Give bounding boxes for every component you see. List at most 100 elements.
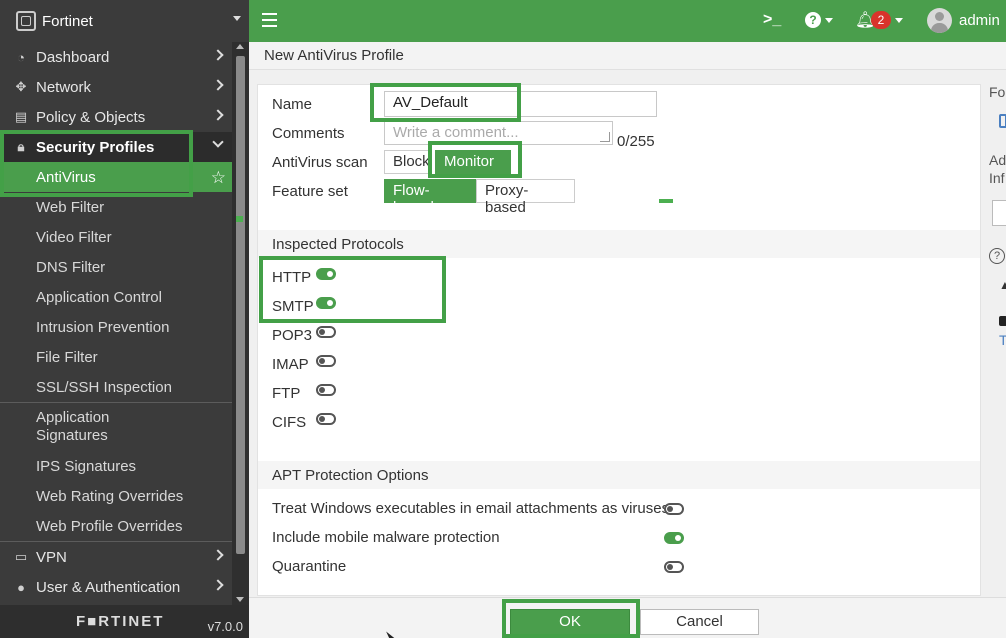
protocol-imap-toggle[interactable] <box>316 355 336 367</box>
sidebar-item-video-filter[interactable]: Video Filter <box>0 222 232 252</box>
protocol-imap-label: IMAP <box>272 356 309 373</box>
protocol-pop3-toggle[interactable] <box>316 326 336 338</box>
hamburger-menu-icon[interactable] <box>262 13 277 27</box>
sidebar-item-label: Web Rating Overrides <box>36 487 184 505</box>
sidebar-item-label: Intrusion Prevention <box>36 318 170 336</box>
sidebar-item-antivirus[interactable]: AntiVirus ☆ <box>0 162 232 192</box>
apt-protection-header: APT Protection Options <box>258 461 980 489</box>
protocol-smtp-label: SMTP <box>272 298 314 315</box>
fortigate-device-icon <box>16 11 36 31</box>
right-panel-button[interactable] <box>992 200 1006 226</box>
brand-header[interactable]: Fortinet <box>0 0 249 42</box>
network-icon: ✥ <box>15 79 27 94</box>
app-title: Fortinet <box>42 12 93 30</box>
chevron-right-icon <box>212 79 224 91</box>
sidebar-scrollbar[interactable] <box>232 42 249 605</box>
apt-quarantine-toggle[interactable] <box>664 561 684 573</box>
comments-label: Comments <box>272 125 345 142</box>
help-icon[interactable]: ? <box>805 12 821 28</box>
sidebar-item-file-filter[interactable]: File Filter <box>0 342 232 372</box>
status-indicator <box>659 199 673 203</box>
protocol-ftp-toggle[interactable] <box>316 384 336 396</box>
topbar: >_ ? 🔔︎ 2 admin <box>249 0 1006 42</box>
user-name[interactable]: admin <box>959 12 1000 29</box>
scan-monitor-button[interactable]: Monitor <box>435 150 511 174</box>
feature-flow-based-button[interactable]: Flow-based <box>384 179 476 216</box>
avatar[interactable] <box>927 8 952 33</box>
chevron-down-icon[interactable] <box>233 16 241 21</box>
protocol-http-toggle[interactable] <box>316 268 336 280</box>
lock-icon: 🔒︎ <box>17 139 25 154</box>
sidebar-item-network[interactable]: ✥ Network <box>0 72 232 102</box>
fortinet-logo: F■RTINET <box>76 613 165 630</box>
chevron-right-icon <box>212 549 224 561</box>
sidebar-item-dashboard[interactable]: ◔ Dashboard <box>0 42 232 72</box>
name-field[interactable]: AV_Default <box>384 91 657 117</box>
sidebar-item-label: User & Authentication <box>36 578 181 596</box>
sidebar-item-application-control[interactable]: Application Control <box>0 282 232 312</box>
protocol-cifs-label: CIFS <box>272 414 307 431</box>
chevron-down-icon[interactable] <box>895 18 903 23</box>
inspected-protocols-header: Inspected Protocols <box>258 230 980 258</box>
chevron-down-icon[interactable] <box>825 18 833 23</box>
apt-windows-exe-toggle[interactable] <box>664 503 684 515</box>
ok-button[interactable]: OK <box>510 609 630 635</box>
sidebar-item-label: VPN <box>36 548 67 566</box>
sidebar: Fortinet ◔ Dashboard ✥ Network ▤ Policy … <box>0 0 249 638</box>
sidebar-item-web-profile-overrides[interactable]: Web Profile Overrides <box>0 511 232 541</box>
av-profile-form: Name AV_Default Comments Write a comment… <box>257 84 981 596</box>
sidebar-item-label: Security Profiles <box>36 138 155 156</box>
sidebar-item-user-authentication[interactable]: ● User & Authentication <box>0 572 232 602</box>
protocol-cifs-toggle[interactable] <box>316 413 336 425</box>
comments-field[interactable]: Write a comment... <box>384 121 613 145</box>
policy-icon: ▤ <box>14 109 28 124</box>
form-footer: OK Cancel <box>249 597 1006 638</box>
sidebar-item-ips-signatures[interactable]: IPS Signatures <box>0 451 232 481</box>
resize-handle-icon[interactable] <box>600 132 610 142</box>
user-icon: ● <box>17 579 25 595</box>
sidebar-item-application-signatures[interactable]: Application Signatures <box>0 403 232 451</box>
feature-set-label: Feature set <box>272 183 348 200</box>
scrollbar-thumb[interactable] <box>236 56 245 554</box>
section-title: APT Protection Options <box>272 467 429 484</box>
apt-mobile-malware-toggle[interactable] <box>664 532 684 544</box>
sidebar-nav: ◔ Dashboard ✥ Network ▤ Policy & Objects… <box>0 42 232 602</box>
right-info-panel: Fo Ad Inf ? ▲ T <box>981 70 1006 597</box>
cli-icon[interactable]: >_ <box>763 11 781 29</box>
star-icon[interactable]: ☆ <box>211 168 226 188</box>
sidebar-item-label: Policy & Objects <box>36 108 146 126</box>
scroll-down-icon[interactable] <box>236 597 244 602</box>
right-panel-text: Fo <box>989 84 1006 100</box>
page-header: New AntiVirus Profile <box>249 42 1006 70</box>
dashboard-icon: ◔ <box>17 49 25 65</box>
sidebar-item-ssl-ssh-inspection[interactable]: SSL/SSH Inspection <box>0 372 232 402</box>
sidebar-item-intrusion-prevention[interactable]: Intrusion Prevention <box>0 312 232 342</box>
sidebar-item-vpn[interactable]: ▭ VPN <box>0 542 232 572</box>
comments-counter: 0/255 <box>617 133 655 150</box>
sidebar-item-dns-filter[interactable]: DNS Filter <box>0 252 232 282</box>
scan-block-button[interactable]: Block <box>384 150 432 174</box>
scroll-marker <box>236 216 243 222</box>
protocol-http-label: HTTP <box>272 269 312 286</box>
notification-badge[interactable]: 2 <box>871 11 891 29</box>
sidebar-item-label: AntiVirus <box>36 168 96 186</box>
sidebar-item-security-profiles[interactable]: 🔒︎ Security Profiles <box>0 132 232 162</box>
sidebar-item-web-filter[interactable]: Web Filter <box>0 192 232 222</box>
right-panel-link[interactable]: T <box>999 332 1006 348</box>
copy-icon[interactable] <box>999 114 1006 128</box>
protocol-ftp-label: FTP <box>272 385 301 402</box>
help-circle-icon[interactable]: ? <box>989 248 1005 264</box>
feature-proxy-based-button[interactable]: Proxy-based <box>476 179 575 216</box>
scroll-up-icon[interactable] <box>236 44 244 49</box>
chevron-right-icon <box>212 49 224 61</box>
protocol-smtp-toggle[interactable] <box>316 297 336 309</box>
sidebar-item-web-rating-overrides[interactable]: Web Rating Overrides <box>0 481 232 511</box>
sidebar-item-label: Web Filter <box>36 198 105 216</box>
right-panel-text: Ad <box>989 152 1006 168</box>
sidebar-item-label: Network <box>36 78 92 96</box>
sidebar-item-policy-objects[interactable]: ▤ Policy & Objects <box>0 102 232 132</box>
apt-mobile-malware-label: Include mobile malware protection <box>272 529 500 546</box>
doc-icon <box>999 316 1006 326</box>
vpn-icon: ▭ <box>14 549 28 564</box>
cancel-button[interactable]: Cancel <box>640 609 759 635</box>
